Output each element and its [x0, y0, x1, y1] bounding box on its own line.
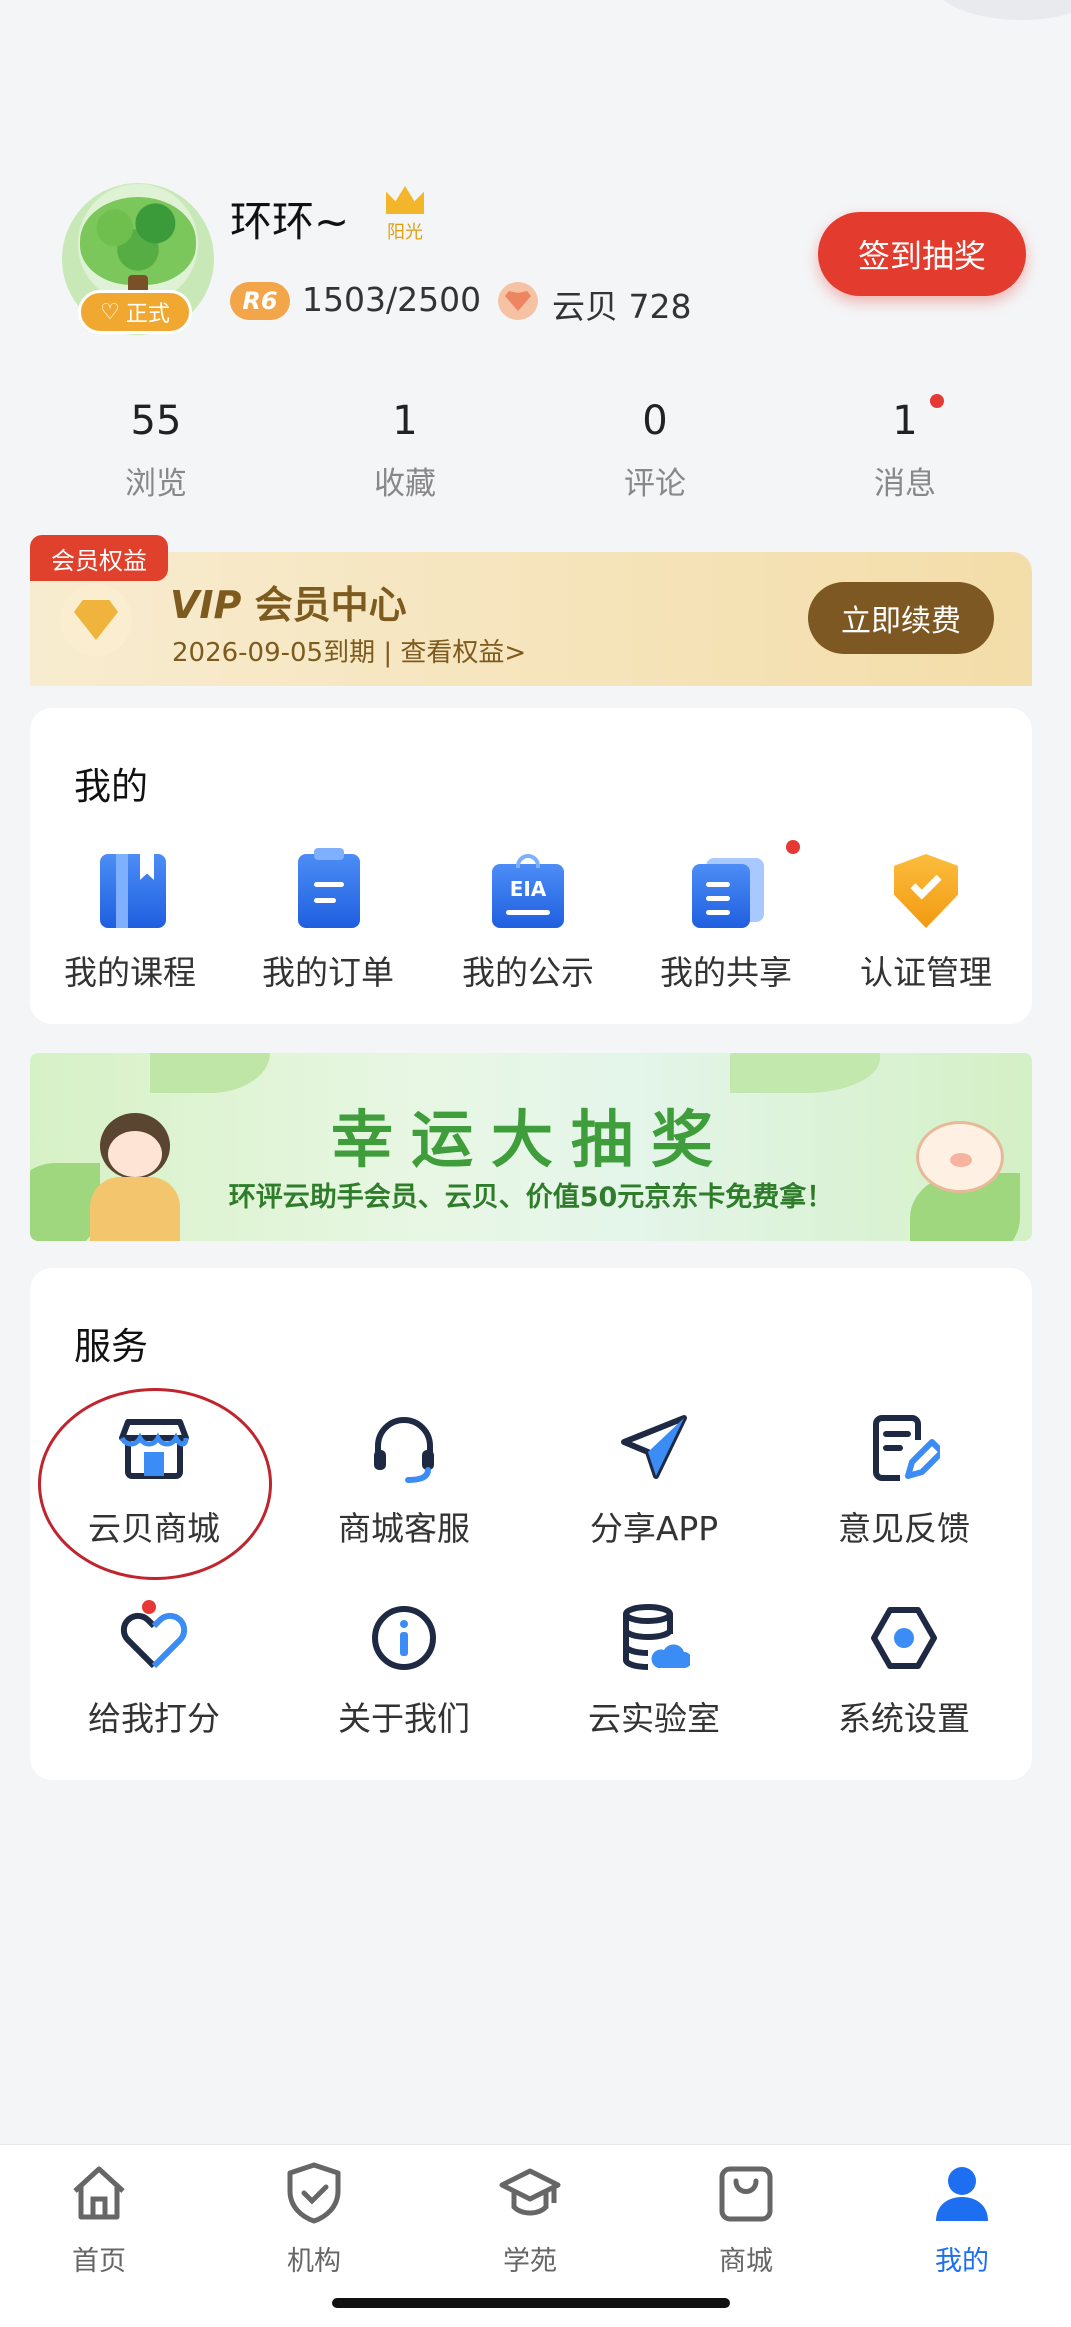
stat-browse[interactable]: 55 浏览 — [76, 398, 236, 503]
service-rate-us[interactable]: 给我打分 — [64, 1602, 244, 1740]
certification-management[interactable]: 认证管理 — [836, 854, 1016, 994]
shell-balance: 云贝 728 — [552, 287, 692, 326]
shield-check-icon — [890, 854, 962, 928]
clipboard-icon — [292, 848, 364, 928]
service-about-us[interactable]: 关于我们 — [314, 1602, 494, 1740]
crown-badge: 阳光 — [380, 186, 430, 244]
stat-comments[interactable]: 0 评论 — [575, 398, 735, 503]
graduation-cap-icon — [499, 2168, 561, 2216]
service-share-app[interactable]: 分享APP — [564, 1412, 744, 1550]
service-system-settings[interactable]: 系统设置 — [814, 1602, 994, 1740]
heart-rating-icon — [120, 1612, 188, 1669]
shell-icon — [498, 282, 538, 320]
feedback-edit-icon — [873, 1415, 945, 1481]
info-icon — [372, 1606, 436, 1670]
stat-favorites[interactable]: 1 收藏 — [325, 398, 485, 503]
my-orders[interactable]: 我的订单 — [238, 848, 418, 994]
vip-expiry[interactable]: 2026-09-05到期 | 查看权益> — [172, 632, 526, 669]
user-icon — [936, 2167, 988, 2221]
headset-icon — [374, 1417, 434, 1483]
my-card: 我的 我的课程 我的订单 EIA 我的公示 我的共享 认证管理 — [30, 708, 1032, 1024]
my-section-title: 我的 — [74, 765, 148, 808]
eia-board-icon: EIA — [492, 854, 564, 928]
vip-title: VIP 会员中心 — [170, 583, 407, 627]
member-badge: ♡ 正式 — [78, 290, 192, 334]
tab-home[interactable]: 首页 — [39, 2161, 159, 2278]
service-cloud-lab[interactable]: 云实验室 — [564, 1602, 744, 1740]
book-icon — [94, 854, 166, 928]
tab-institutions[interactable]: 机构 — [254, 2161, 374, 2278]
paper-plane-icon — [621, 1415, 687, 1479]
tab-academy[interactable]: 学苑 — [470, 2161, 590, 2278]
service-feedback[interactable]: 意见反馈 — [814, 1412, 994, 1550]
cloud-database-icon — [623, 1604, 692, 1670]
rate-us-dot — [142, 1600, 156, 1614]
my-courses[interactable]: 我的课程 — [40, 854, 220, 994]
banner-subtitle: 环评云助手会员、云贝、价值50元京东卡免费拿！ — [228, 1182, 834, 1213]
highlight-circle-annotation — [38, 1388, 272, 1580]
sign-in-lottery-button[interactable]: 签到抽奖 — [818, 212, 1026, 296]
shared-doc-icon — [690, 854, 764, 928]
level-badge: R6 — [230, 282, 290, 320]
services-section-title: 服务 — [74, 1325, 148, 1368]
message-unread-dot — [930, 394, 944, 408]
username: 环环~ — [230, 197, 350, 246]
my-announcements[interactable]: EIA 我的公示 — [438, 854, 618, 994]
level-score: 1503/2500 — [302, 280, 482, 319]
stat-messages[interactable]: 1 消息 — [825, 398, 985, 503]
vip-benefits-tag: 会员权益 — [30, 535, 168, 581]
home-indicator — [332, 2298, 730, 2308]
shopping-bag-icon — [719, 2166, 773, 2222]
tab-mall[interactable]: 商城 — [686, 2161, 806, 2278]
heart-icon: ♡ — [100, 299, 120, 325]
crown-icon — [386, 186, 424, 214]
banner-title: 幸运大抽奖 — [330, 1103, 731, 1176]
my-shares[interactable]: 我的共享 — [636, 854, 816, 994]
lucky-draw-banner[interactable]: 幸运大抽奖 环评云助手会员、云贝、价值50元京东卡免费拿！ — [30, 1053, 1032, 1241]
vip-diamond-icon — [60, 584, 132, 656]
shield-icon — [287, 2162, 341, 2224]
service-customer-support[interactable]: 商城客服 — [314, 1412, 494, 1550]
renew-button[interactable]: 立即续费 — [808, 582, 994, 654]
home-icon — [73, 2166, 125, 2220]
hexagon-settings-icon — [871, 1607, 937, 1669]
tab-mine[interactable]: 我的 — [902, 2161, 1022, 2278]
shares-unread-dot — [786, 840, 800, 854]
decorative-corner — [931, 0, 1071, 20]
